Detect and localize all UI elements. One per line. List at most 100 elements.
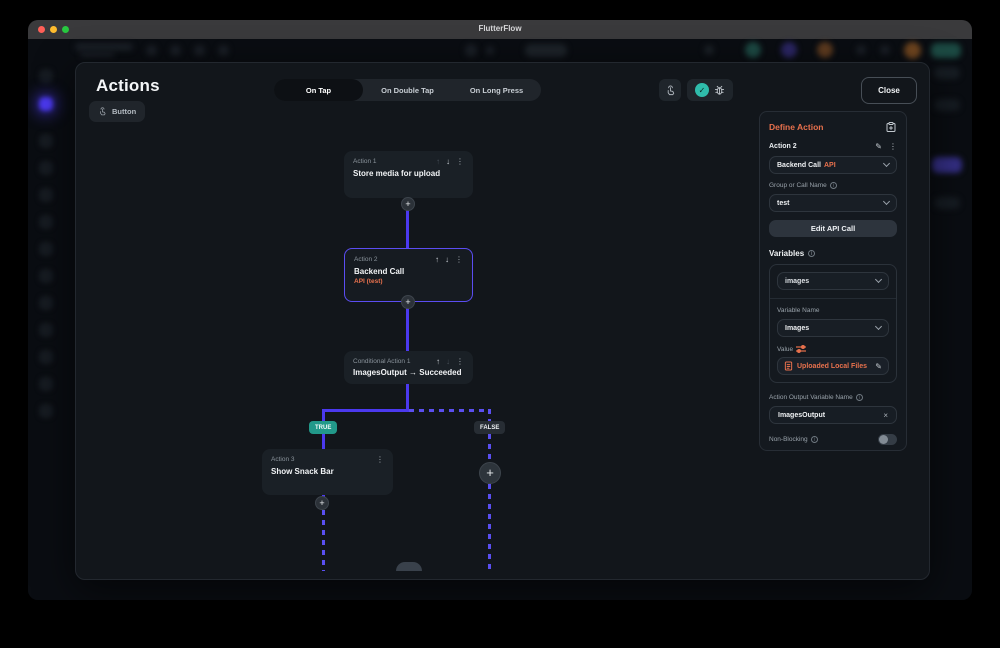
variable-select-dropdown[interactable]: images <box>777 272 889 290</box>
project-sub-blur <box>80 52 114 57</box>
variable-name-dropdown[interactable]: Images <box>777 319 889 337</box>
connector-dashed <box>322 510 325 571</box>
tab-on-tap[interactable]: On Tap <box>274 79 363 101</box>
add-action-button[interactable]: + <box>315 496 329 510</box>
group-call-label: Group or Call Name <box>769 182 827 189</box>
connector-line <box>406 384 409 411</box>
node-title: Store media for upload <box>353 169 441 178</box>
test-run-group[interactable]: ✓ <box>687 79 733 101</box>
scroll-hint-dome[interactable] <box>396 562 422 571</box>
variable-groupbox: images Variable Name Images Value Upload… <box>769 264 897 383</box>
toolbar-button-blur <box>931 43 961 58</box>
tap-gesture-button[interactable] <box>659 79 681 101</box>
connector-dashed-false <box>488 484 491 571</box>
move-down-icon[interactable]: ↓ <box>445 255 449 264</box>
add-action-button[interactable]: + <box>401 295 415 309</box>
nav-icon-blur <box>39 323 53 337</box>
output-variable-label: Action Output Variable Name <box>769 394 853 401</box>
non-blocking-toggle[interactable] <box>878 434 897 445</box>
false-branch-badge: FALSE <box>474 421 506 434</box>
value-field[interactable]: Uploaded Local Files ✎ <box>777 357 889 375</box>
toolbar-icon-blur <box>856 45 866 55</box>
node-title: ImagesOutput → Succeeded <box>353 368 462 377</box>
screen: FlutterFlow Actions On Tap On Double Tap… <box>0 0 1000 648</box>
variable-select-value: images <box>785 277 810 285</box>
add-action-button[interactable]: + <box>401 197 415 211</box>
add-false-action-button[interactable]: + <box>479 462 501 484</box>
right-rail-button-blur <box>932 157 962 173</box>
nav-icon-blur <box>39 161 53 175</box>
move-up-icon[interactable]: ↑ <box>436 157 440 166</box>
nav-icon-blur <box>39 377 53 391</box>
trigger-widget-chip[interactable]: Button <box>89 101 146 122</box>
connector-dashed-false <box>409 409 490 412</box>
node-menu-icon[interactable]: ⋮ <box>376 455 384 464</box>
node-title: Show Snack Bar <box>271 467 334 476</box>
node-label: Action 1 <box>353 158 377 165</box>
action-type-dropdown[interactable]: Backend Call API <box>769 156 897 174</box>
move-down-icon[interactable]: ↓ <box>446 357 450 366</box>
toolbar-icon-blur <box>146 45 157 56</box>
toolbar-icon-blur <box>194 45 205 56</box>
modal-title: Actions <box>96 76 160 95</box>
connector-line <box>406 302 409 351</box>
sliders-icon[interactable] <box>796 345 807 353</box>
move-up-icon[interactable]: ↑ <box>435 255 439 264</box>
rename-action-icon[interactable]: ✎ <box>875 142 882 151</box>
value-text: Uploaded Local Files <box>797 362 868 370</box>
window-titlebar: FlutterFlow <box>28 20 972 39</box>
close-button[interactable]: Close <box>861 77 917 104</box>
avatar-brown-blur <box>904 42 921 59</box>
bug-icon <box>714 85 725 96</box>
nav-icon-blur <box>39 242 53 256</box>
node-conditional-action-1[interactable]: Conditional Action 1 ↑ ↓ ⋮ ImagesOutput … <box>344 351 473 384</box>
chevron-down-icon <box>882 197 891 206</box>
node-menu-icon[interactable]: ⋮ <box>455 255 463 264</box>
node-menu-icon[interactable]: ⋮ <box>456 357 464 366</box>
node-action-2-selected[interactable]: Action 2 ↑ ↓ ⋮ Backend Call API (test) <box>344 248 473 302</box>
edit-api-call-button[interactable]: Edit API Call <box>769 220 897 237</box>
clear-input-icon[interactable]: × <box>883 411 888 420</box>
output-variable-input[interactable]: ImagesOutput × <box>769 406 897 424</box>
output-variable-value: ImagesOutput <box>778 411 826 419</box>
right-rail-item-blur <box>934 67 960 79</box>
selected-action-label: Action 2 <box>769 143 797 150</box>
nav-icon-blur <box>39 215 53 229</box>
file-upload-icon <box>784 361 793 371</box>
toolbar-center-blur <box>465 44 477 57</box>
move-up-icon[interactable]: ↑ <box>436 357 440 366</box>
nav-icon-blur <box>39 296 53 310</box>
connector-dashed-false <box>488 434 491 463</box>
node-label: Conditional Action 1 <box>353 358 411 365</box>
move-down-icon[interactable]: ↓ <box>446 157 450 166</box>
hand-tap-icon <box>665 84 676 96</box>
variable-name-label: Variable Name <box>777 307 820 314</box>
app-body: Actions On Tap On Double Tap On Long Pre… <box>28 39 972 600</box>
edit-value-icon[interactable]: ✎ <box>875 362 882 371</box>
toolbar-icon-blur <box>218 45 229 56</box>
action-menu-icon[interactable]: ⋮ <box>889 142 897 151</box>
trigger-widget-label: Button <box>112 107 137 116</box>
tab-on-long-press[interactable]: On Long Press <box>452 79 541 101</box>
project-name-blur <box>75 43 133 51</box>
group-call-dropdown[interactable]: test <box>769 194 897 212</box>
chevron-down-icon <box>874 275 883 284</box>
hand-tap-icon <box>98 107 107 116</box>
node-subtitle: API (test) <box>354 278 383 285</box>
node-action-1[interactable]: Action 1 ↑ ↓ ⋮ Store media for upload <box>344 151 473 198</box>
tab-on-double-tap[interactable]: On Double Tap <box>363 79 452 101</box>
toolbar-icon-blur <box>880 45 890 55</box>
copy-action-icon[interactable] <box>885 121 897 133</box>
non-blocking-label: Non-Blocking <box>769 436 808 443</box>
toolbar-icon-blur <box>170 45 181 56</box>
chevron-down-icon <box>882 159 891 168</box>
connector-line-true <box>322 434 325 449</box>
right-rail-item-blur <box>934 197 960 209</box>
nav-icon-blur <box>39 404 53 418</box>
node-action-3[interactable]: Action 3 ⋮ Show Snack Bar <box>262 449 393 495</box>
define-action-panel: Define Action Action 2 ✎ ⋮ Backend Call … <box>759 111 907 451</box>
right-rail-item-blur <box>934 99 960 111</box>
true-branch-badge: TRUE <box>309 421 338 434</box>
nav-icon-active-blur <box>39 97 53 111</box>
node-menu-icon[interactable]: ⋮ <box>456 157 464 166</box>
